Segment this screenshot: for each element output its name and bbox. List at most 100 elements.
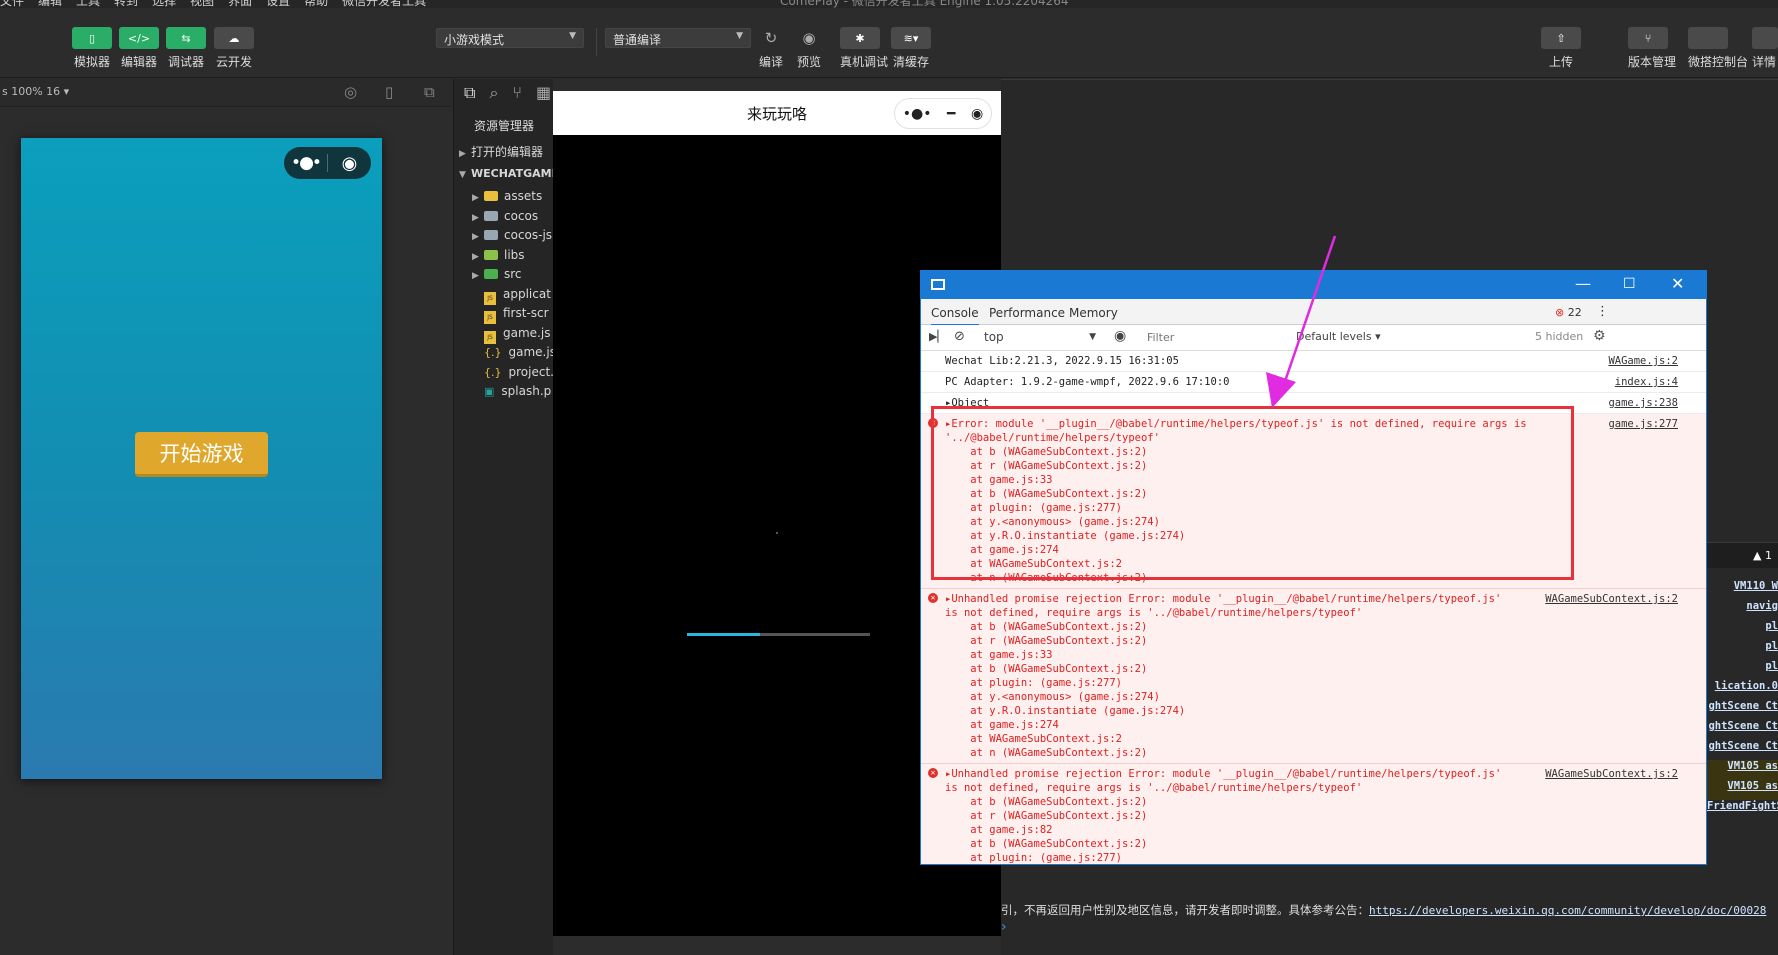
explorer-item[interactable]: {.} game.js — [472, 342, 556, 362]
log-source-link[interactable]: pl — [1707, 640, 1778, 660]
explorer-item[interactable]: JS game.js — [472, 323, 550, 344]
explorer-item[interactable]: ▶ libs — [472, 245, 525, 265]
more-icon[interactable]: •●• — [284, 153, 327, 173]
close-target-icon[interactable]: ◉ — [328, 153, 371, 174]
mode-select[interactable]: 小游戏模式 ▼ — [436, 28, 584, 48]
levels-select[interactable]: Default levels ▾ — [1296, 330, 1381, 343]
remote-debug-button[interactable]: ✱ 真机调试 — [840, 27, 888, 70]
zoom-select[interactable]: s 100% 16 ▾ — [2, 85, 69, 98]
explorer-item[interactable]: ▶ cocos-js — [472, 225, 552, 245]
minimize-icon[interactable]: — — [1575, 274, 1591, 293]
simulator-label: 模拟器 — [73, 55, 110, 69]
context-select[interactable]: top ▼ — [984, 330, 1096, 344]
menu-items[interactable]: 文件 编辑 工具 转到 选择 视图 界面 设置 帮助 微信开发者工具 — [0, 0, 426, 8]
compile-select[interactable]: 普通编译 ▼ — [605, 28, 751, 48]
menu-item[interactable]: 帮助 — [304, 0, 328, 8]
extensions-icon[interactable]: ▦ — [536, 83, 551, 103]
log-source-link[interactable]: VM105 as — [1707, 780, 1778, 800]
compile-button[interactable]: ↻ 编译 — [751, 27, 791, 70]
explorer-item[interactable]: ▶ assets — [472, 186, 542, 206]
tab-memory[interactable]: Memory — [1069, 306, 1118, 320]
menu-capsule[interactable]: •●• ◉ — [284, 147, 371, 179]
menu-item[interactable]: 转到 — [114, 0, 138, 8]
log-source-link[interactable]: lication.0 — [1707, 680, 1778, 700]
clear-console-icon[interactable]: ⊘ — [954, 329, 965, 344]
simulator-screen: •●• ◉ 开始游戏 — [21, 138, 382, 779]
explorer-item[interactable]: ▶ src — [472, 264, 522, 284]
explorer-item[interactable]: ▶ cocos — [472, 206, 538, 226]
error-badge[interactable]: ⊗ 22 — [1555, 306, 1582, 319]
console-source-link[interactable]: game.js:277 — [1608, 417, 1678, 431]
start-game-button[interactable]: 开始游戏 — [135, 432, 268, 477]
sidebar-toggle-icon[interactable]: ▶▏ — [929, 330, 946, 343]
open-editors-section[interactable]: ▶ 打开的编辑器 — [459, 142, 543, 162]
close-icon[interactable]: ✕ — [1671, 274, 1684, 293]
explorer-item[interactable]: ▣ splash.p — [472, 381, 551, 401]
menu-item[interactable]: 视图 — [190, 0, 214, 8]
console-source-link[interactable]: index.js:4 — [1615, 375, 1678, 389]
menu-item[interactable]: 工具 — [76, 0, 100, 8]
menu-item[interactable]: 文件 — [0, 0, 24, 8]
json-file-icon: {.} — [484, 346, 502, 359]
clear-cache-button[interactable]: ≋▾ 清缓存 — [891, 27, 931, 70]
menu-item[interactable]: 微信开发者工具 — [342, 0, 426, 8]
console-error[interactable]: ✕ ▸Unhandled promise rejection Error: mod… — [921, 589, 1706, 764]
chevron-down-icon: ▼ — [459, 170, 466, 180]
files-icon[interactable]: ⧉ — [464, 83, 475, 103]
console-button[interactable]: 微搭控制台 — [1688, 27, 1748, 70]
tab-performance[interactable]: Performance — [989, 306, 1065, 320]
filter-input[interactable] — [1141, 328, 1281, 347]
notice-link[interactable]: https://developers.weixin.qq.com/communi… — [1369, 904, 1766, 917]
log-source-link[interactable]: VM105 as — [1707, 760, 1778, 780]
log-source-link[interactable]: ghtScene Ct — [1707, 700, 1778, 720]
console-error[interactable]: ✕ ▸Unhandled promise rejection Error: mod… — [921, 764, 1706, 864]
explorer-item[interactable]: {.} project. — [472, 362, 554, 382]
record-icon[interactable]: ◎ — [344, 83, 357, 101]
cloud-button[interactable]: ☁ 云开发 — [214, 27, 254, 70]
game-capsule[interactable]: •●• ━ ◉ — [894, 98, 992, 129]
version-button[interactable]: ⑂ 版本管理 — [1628, 27, 1677, 70]
log-source-link[interactable]: ghtScene Ct — [1707, 740, 1778, 760]
console-source-link[interactable]: WAGame.js:2 — [1608, 354, 1678, 368]
menu-item[interactable]: 选择 — [152, 0, 176, 8]
details-button[interactable]: 详情 — [1752, 27, 1778, 70]
git-icon[interactable]: ⑂ — [512, 83, 522, 103]
simulator-button[interactable]: ▯ 模拟器 — [72, 27, 112, 70]
chevron-right-icon[interactable]: › — [1001, 919, 1007, 935]
editor-button[interactable]: </> 编辑器 — [119, 27, 159, 70]
console-line: PC Adapter: 1.9.2-game-wmpf, 2022.9.6 17… — [921, 372, 1706, 393]
project-section[interactable]: ▼ WECHATGAME — [459, 164, 559, 184]
kebab-menu-icon[interactable]: ⋮ — [1596, 304, 1609, 319]
settings-gear-icon[interactable]: ⚙ — [1593, 328, 1606, 344]
minimize-icon[interactable]: ━ — [947, 106, 955, 122]
close-target-icon[interactable]: ◉ — [971, 106, 983, 122]
console-source-link[interactable]: WAGameSubContext.js:2 — [1545, 767, 1678, 781]
context-value: top — [984, 330, 1004, 344]
console-source-link[interactable]: WAGameSubContext.js:2 — [1545, 592, 1678, 606]
log-source-link[interactable]: VM110 W — [1707, 580, 1778, 600]
log-source-link[interactable]: ghtScene Ct — [1707, 720, 1778, 740]
maximize-icon[interactable]: ☐ — [1623, 276, 1636, 292]
chevron-right-icon: ▶ — [459, 149, 466, 159]
eye-icon[interactable]: ◉ — [1114, 328, 1126, 344]
log-source-link[interactable]: pl — [1707, 620, 1778, 640]
version-label: 版本管理 — [1628, 55, 1677, 69]
preview-button[interactable]: ◉ 预览 — [789, 27, 829, 70]
debugger-button[interactable]: ⇆ 调试器 — [166, 27, 206, 70]
log-source-link[interactable]: pl — [1707, 660, 1778, 680]
explorer-item[interactable]: JS first-scr — [472, 303, 549, 324]
explorer-item[interactable]: JS applicat — [472, 284, 551, 305]
tab-console[interactable]: Console — [931, 306, 979, 326]
phone-icon[interactable]: ▯ — [385, 83, 393, 101]
upload-button[interactable]: ⇧ 上传 — [1541, 27, 1581, 70]
popout-icon[interactable]: ⧉ — [424, 83, 435, 101]
menu-item[interactable]: 界面 — [228, 0, 252, 8]
more-icon[interactable]: •●• — [903, 106, 932, 122]
menu-item[interactable]: 设置 — [266, 0, 290, 8]
log-source-link[interactable]: FriendFightScene Ct — [1707, 800, 1778, 820]
log-source-link[interactable]: navig — [1707, 600, 1778, 620]
menu-item[interactable]: 编辑 — [38, 0, 62, 8]
image-file-icon: ▣ — [484, 385, 495, 398]
search-icon[interactable]: ⌕ — [489, 83, 498, 103]
console-source-link[interactable]: game.js:238 — [1608, 396, 1678, 410]
